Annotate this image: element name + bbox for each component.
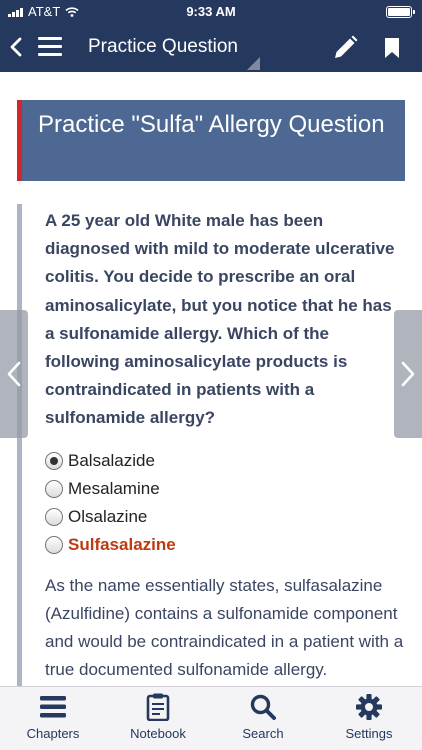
question-content[interactable]: Practice "Sulfa" Allergy Question A 25 y…: [0, 72, 422, 686]
gear-icon: [356, 694, 382, 720]
option-label: Olsalazine: [68, 506, 148, 526]
question-block: A 25 year old White male has been diagno…: [17, 204, 405, 686]
tab-notebook[interactable]: Notebook: [113, 693, 203, 741]
radio-icon[interactable]: [45, 535, 63, 554]
answer-options: Balsalazide Mesalamine Olsalazine Sulfas…: [45, 447, 405, 559]
status-bar: AT&T 9:33 AM: [0, 0, 422, 22]
chevron-right-icon: [401, 361, 415, 387]
tab-label: Chapters: [26, 726, 80, 741]
tab-settings[interactable]: Settings: [324, 693, 414, 741]
status-time: 9:33 AM: [186, 4, 236, 19]
radio-icon[interactable]: [45, 479, 63, 498]
next-question-button[interactable]: [394, 310, 422, 438]
option-label: Mesalamine: [68, 478, 160, 498]
previous-question-button[interactable]: [0, 310, 28, 438]
option-olsalazine[interactable]: Olsalazine: [45, 503, 405, 531]
bookmark-icon[interactable]: [384, 37, 400, 59]
option-mesalamine[interactable]: Mesalamine: [45, 475, 405, 503]
tab-label: Settings: [345, 726, 393, 741]
option-sulfasalazine[interactable]: Sulfasalazine: [45, 531, 405, 559]
nav-bar: Practice Question: [0, 22, 422, 72]
tab-bar: Chapters Notebook Search Settings: [0, 686, 422, 750]
tab-label: Search: [242, 726, 284, 741]
explanation-text: As the name essentially states, sulfasal…: [45, 575, 404, 680]
option-balsalazide[interactable]: Balsalazide: [45, 447, 405, 475]
edit-pencil-icon[interactable]: [331, 34, 359, 62]
nav-title: Practice Question: [88, 36, 238, 57]
tab-chapters[interactable]: Chapters: [8, 693, 98, 741]
radio-selected-icon[interactable]: [45, 451, 63, 470]
back-chevron-icon[interactable]: [6, 35, 28, 59]
list-icon: [40, 696, 66, 718]
radio-icon[interactable]: [45, 507, 63, 526]
app-screen: AT&T 9:33 AM Practice Question Practice …: [0, 0, 422, 750]
battery-icon: [386, 6, 415, 18]
tab-search[interactable]: Search: [218, 693, 308, 741]
tab-label: Notebook: [130, 726, 186, 741]
menu-icon[interactable]: [38, 37, 62, 57]
clipboard-icon: [146, 693, 170, 721]
chevron-left-icon: [7, 361, 21, 387]
option-label: Balsalazide: [68, 450, 155, 470]
page-title: Practice "Sulfa" Allergy Question: [17, 100, 405, 181]
search-icon: [250, 694, 276, 720]
question-text: A 25 year old White male has been diagno…: [45, 211, 395, 428]
nav-corner-marker: [247, 57, 260, 70]
correct-option-label: Sulfasalazine: [68, 534, 176, 554]
